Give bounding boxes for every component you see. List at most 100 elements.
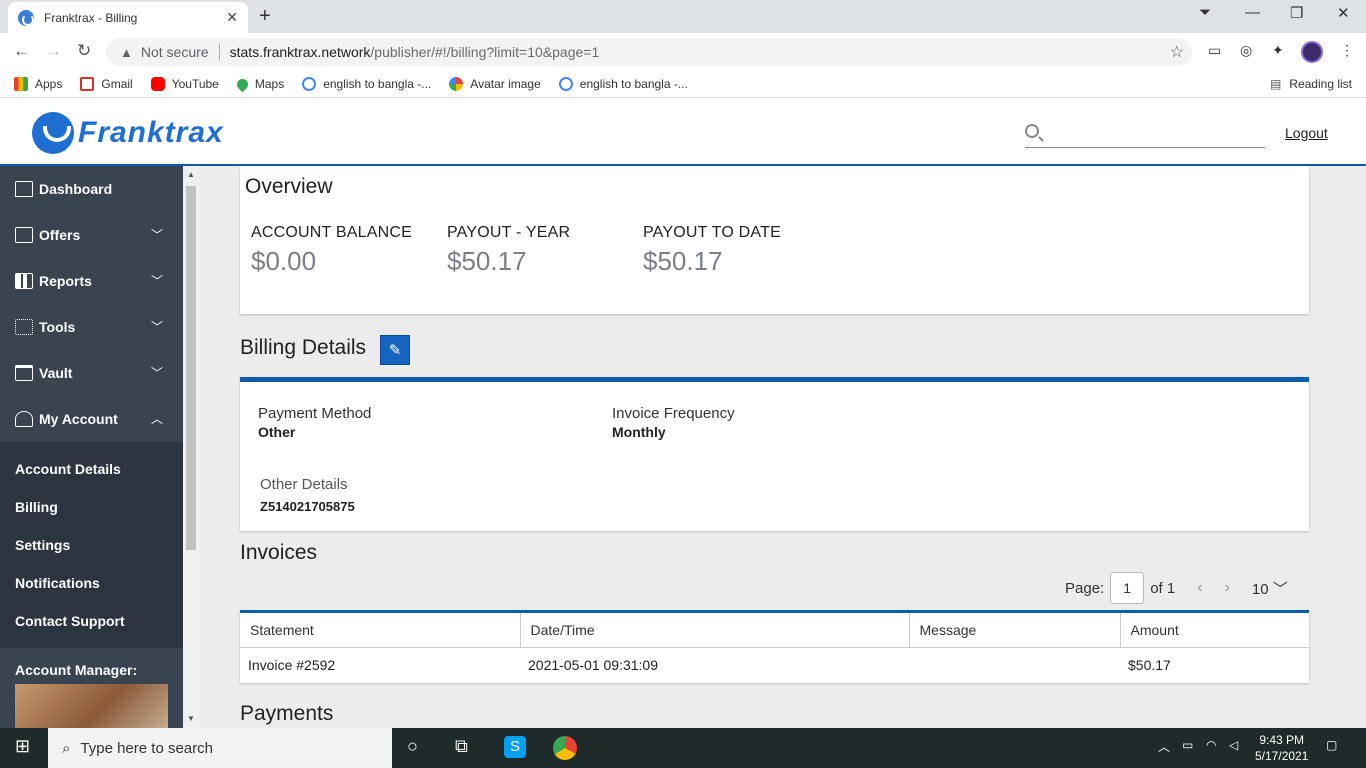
- sidebar-item-vault[interactable]: Vault ﹀: [0, 350, 183, 396]
- taskbar-search[interactable]: ⌕ Type here to search: [48, 728, 392, 768]
- billing-details-title: Billing Details: [240, 336, 367, 359]
- invoice-frequency-value: Monthly: [612, 424, 666, 440]
- cortana-icon[interactable]: ○: [407, 736, 418, 757]
- chevron-down-icon: ﹀: [150, 320, 163, 334]
- gmail-icon: [80, 77, 95, 91]
- chrome-icon[interactable]: [553, 736, 577, 760]
- sidebar-item-label: My Account: [39, 411, 118, 427]
- chevron-up-icon: ︿: [150, 412, 163, 426]
- table-header-row: Statement Date/Time Message Amount: [240, 613, 1309, 647]
- sidebar-item-dashboard[interactable]: Dashboard: [0, 166, 183, 212]
- cell-statement[interactable]: Invoice #2592: [240, 647, 520, 683]
- franktrax-logo[interactable]: Franktrax: [32, 112, 224, 154]
- stat-label: ACCOUNT BALANCE: [251, 224, 412, 241]
- submenu-notifications[interactable]: Notifications: [0, 564, 183, 602]
- windows-taskbar: ⊞ ⌕ Type here to search ○ ⧉ S ︿ ▭ ◠ ◁ 9:…: [0, 728, 1366, 768]
- url-host: stats.franktrax.network: [229, 44, 371, 60]
- scroll-down-icon[interactable]: ▼: [187, 714, 195, 723]
- battery-icon[interactable]: ▭: [1182, 738, 1193, 752]
- bookmark-avatar-image[interactable]: Avatar image: [449, 77, 541, 91]
- submenu-billing[interactable]: Billing: [0, 488, 183, 526]
- chevron-down-icon: ﹀: [150, 366, 163, 380]
- billing-details-card: Payment Method Other Invoice Frequency M…: [240, 377, 1309, 531]
- task-view-icon[interactable]: ⧉: [455, 736, 468, 757]
- stat-payout-year: PAYOUT - YEAR $50.17: [447, 224, 570, 277]
- submenu-contact-support[interactable]: Contact Support: [0, 602, 183, 640]
- address-bar[interactable]: ▲ Not secure stats.franktrax.network /pu…: [106, 38, 1192, 66]
- close-tab-icon[interactable]: ✕: [226, 9, 238, 26]
- bookmark-google-translate-2[interactable]: english to bangla -...: [558, 77, 688, 91]
- tools-icon: [15, 319, 33, 335]
- sidebar-item-tools[interactable]: Tools ﹀: [0, 304, 183, 350]
- other-details-label: Other Details: [260, 476, 348, 493]
- browser-toolbar: ← → ↻ ▲ Not secure stats.franktrax.netwo…: [0, 33, 1366, 71]
- smiley-logo-icon: [32, 112, 74, 154]
- page-number-input[interactable]: 1: [1110, 572, 1145, 604]
- puzzle-icon[interactable]: ✦: [1272, 42, 1284, 59]
- payment-method-label: Payment Method: [258, 405, 372, 422]
- extension-icon[interactable]: ◎: [1240, 42, 1252, 59]
- submenu-account-details[interactable]: Account Details: [0, 450, 183, 488]
- tab-search-icon[interactable]: ⏷: [1199, 4, 1211, 21]
- scrollbar-thumb[interactable]: [186, 186, 196, 550]
- invoice-frequency-field: Invoice Frequency Monthly: [612, 405, 735, 440]
- prev-page-icon[interactable]: ‹: [1197, 579, 1202, 597]
- folder-icon: [15, 365, 33, 381]
- scroll-up-icon[interactable]: ▲: [187, 170, 195, 179]
- bookmark-maps[interactable]: Maps: [234, 76, 284, 92]
- skype-icon[interactable]: S: [504, 736, 526, 758]
- photos-icon: [449, 77, 464, 91]
- stat-payout-to-date: PAYOUT TO DATE $50.17: [643, 224, 781, 277]
- menu-kebab-icon[interactable]: ⋮: [1340, 42, 1354, 59]
- next-page-icon[interactable]: ›: [1225, 579, 1230, 597]
- stat-account-balance: ACCOUNT BALANCE $0.00: [251, 224, 412, 277]
- page-size-select[interactable]: 10 ﹀: [1252, 578, 1288, 599]
- browser-tab[interactable]: Franktrax - Billing ✕: [8, 2, 248, 33]
- maps-pin-icon: [234, 76, 251, 92]
- logout-link[interactable]: Logout: [1285, 125, 1328, 141]
- volume-icon[interactable]: ◁: [1229, 738, 1238, 752]
- column-header-statement[interactable]: Statement: [240, 613, 521, 647]
- reading-list[interactable]: Reading list: [1270, 77, 1352, 91]
- forward-icon[interactable]: →: [45, 41, 62, 61]
- search-icon: [1025, 124, 1039, 138]
- bookmark-gmail[interactable]: Gmail: [80, 77, 133, 91]
- taskbar-clock[interactable]: 9:43 PM 5/17/2021: [1255, 732, 1308, 764]
- reload-icon[interactable]: ↻: [77, 41, 91, 61]
- clock-time: 9:43 PM: [1259, 733, 1305, 747]
- bookmark-youtube[interactable]: YouTube: [150, 77, 219, 91]
- bookmark-google-translate[interactable]: english to bangla -...: [302, 77, 431, 91]
- wifi-icon[interactable]: ◠: [1206, 738, 1216, 752]
- sidebar-item-reports[interactable]: Reports ﹀: [0, 258, 183, 304]
- sidebar-item-my-account[interactable]: My Account ︿: [0, 396, 183, 442]
- column-header-amount[interactable]: Amount: [1120, 613, 1309, 647]
- google-icon: [558, 77, 573, 91]
- submenu-settings[interactable]: Settings: [0, 526, 183, 564]
- bookmark-apps[interactable]: Apps: [14, 77, 62, 91]
- bookmark-star-icon[interactable]: ☆: [1170, 42, 1184, 62]
- profile-avatar[interactable]: [1301, 41, 1323, 63]
- tray-chevron-icon[interactable]: ︿: [1158, 738, 1170, 755]
- notifications-icon[interactable]: ▢: [1326, 738, 1337, 752]
- incognito-ext-icon[interactable]: ▭: [1208, 42, 1221, 59]
- sidebar-item-offers[interactable]: Offers ﹀: [0, 212, 183, 258]
- franktrax-favicon-icon: [18, 9, 34, 26]
- comment-icon: [15, 227, 33, 243]
- page-of-label: of 1: [1150, 579, 1176, 597]
- bookmark-label: Apps: [35, 77, 63, 91]
- column-header-datetime[interactable]: Date/Time: [520, 613, 910, 647]
- table-row[interactable]: Invoice #2592 2021-05-01 09:31:09 $50.17: [240, 647, 1309, 683]
- edit-billing-button[interactable]: ✎: [380, 335, 410, 365]
- new-tab-icon[interactable]: +: [259, 5, 271, 28]
- windows-start-icon[interactable]: ⊞: [15, 736, 30, 757]
- bookmark-label: english to bangla -...: [579, 77, 688, 91]
- back-icon[interactable]: ←: [13, 41, 30, 61]
- payment-method-field: Payment Method Other: [258, 405, 371, 440]
- overview-card: Overview ACCOUNT BALANCE $0.00 PAYOUT - …: [240, 166, 1309, 314]
- minimize-icon[interactable]: —: [1245, 4, 1260, 21]
- search-input[interactable]: [1025, 122, 1265, 148]
- column-header-message[interactable]: Message: [909, 613, 1121, 647]
- restore-icon[interactable]: ❐: [1290, 4, 1303, 22]
- payments-title: Payments: [240, 702, 334, 725]
- window-close-icon[interactable]: ✕: [1337, 4, 1350, 22]
